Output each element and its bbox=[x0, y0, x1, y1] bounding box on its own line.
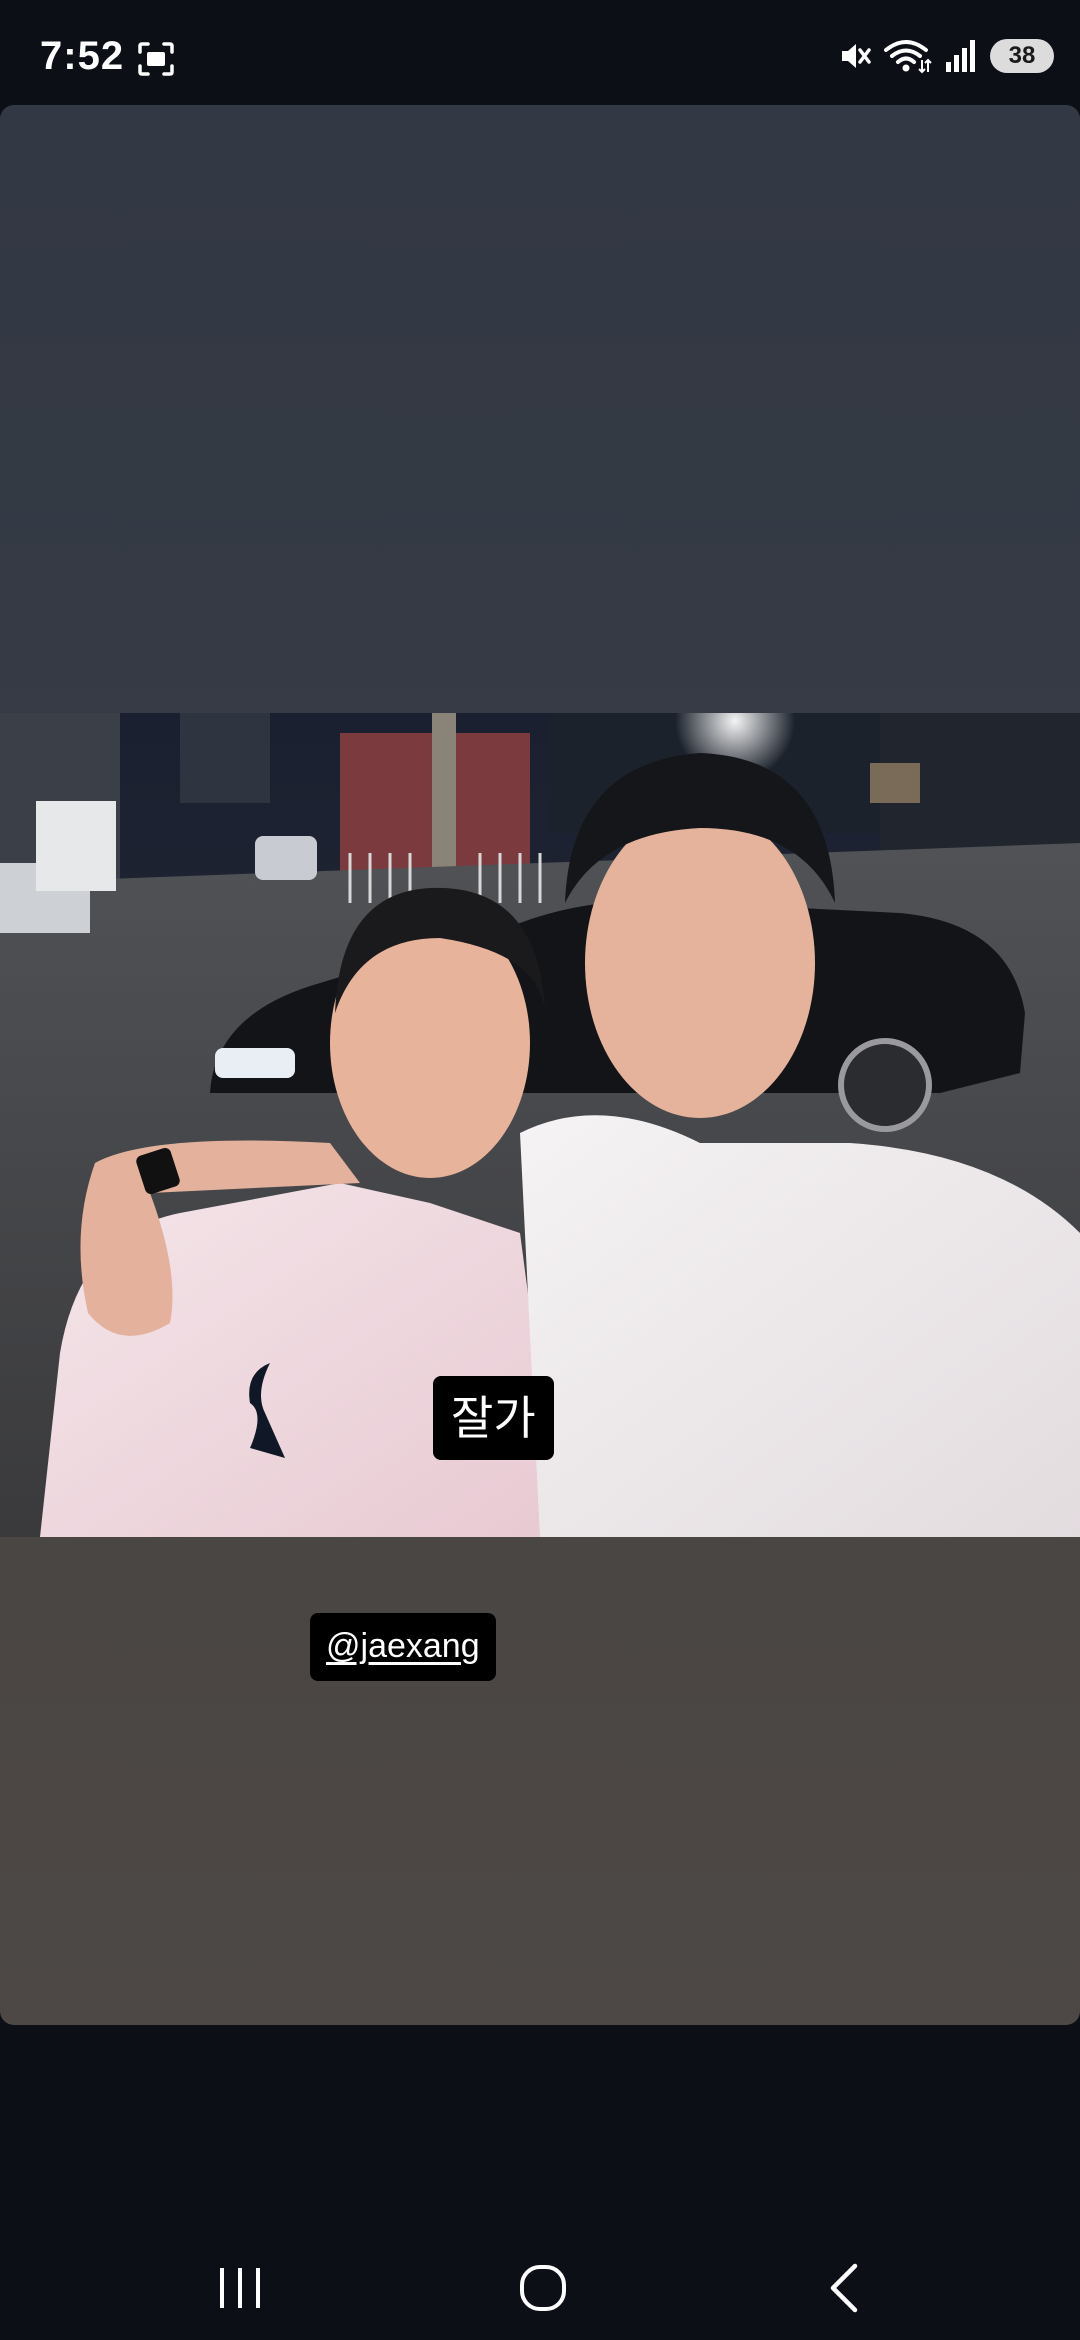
screenshot-icon bbox=[138, 42, 174, 76]
mention-sticker[interactable]: @jaexang bbox=[310, 1613, 496, 1681]
home-icon bbox=[520, 2265, 566, 2311]
mute-icon bbox=[842, 44, 871, 68]
back-icon bbox=[830, 2263, 858, 2313]
wifi-icon bbox=[884, 40, 932, 74]
signal-icon bbox=[946, 40, 975, 72]
recents-icon bbox=[220, 2268, 260, 2308]
story-card[interactable]: 잘가 @jaexang bbox=[0, 105, 1080, 2025]
status-time: 7:52 bbox=[40, 34, 125, 78]
recents-button[interactable] bbox=[196, 2243, 286, 2333]
text-sticker[interactable]: 잘가 bbox=[433, 1376, 554, 1460]
battery-indicator: 38 bbox=[990, 39, 1054, 73]
navigation-bar bbox=[0, 2025, 1080, 2340]
back-button[interactable] bbox=[800, 2243, 890, 2333]
home-button[interactable] bbox=[498, 2243, 588, 2333]
status-icons: 38 bbox=[836, 36, 1054, 76]
status-bar: 7:52 38 bbox=[0, 0, 1080, 104]
